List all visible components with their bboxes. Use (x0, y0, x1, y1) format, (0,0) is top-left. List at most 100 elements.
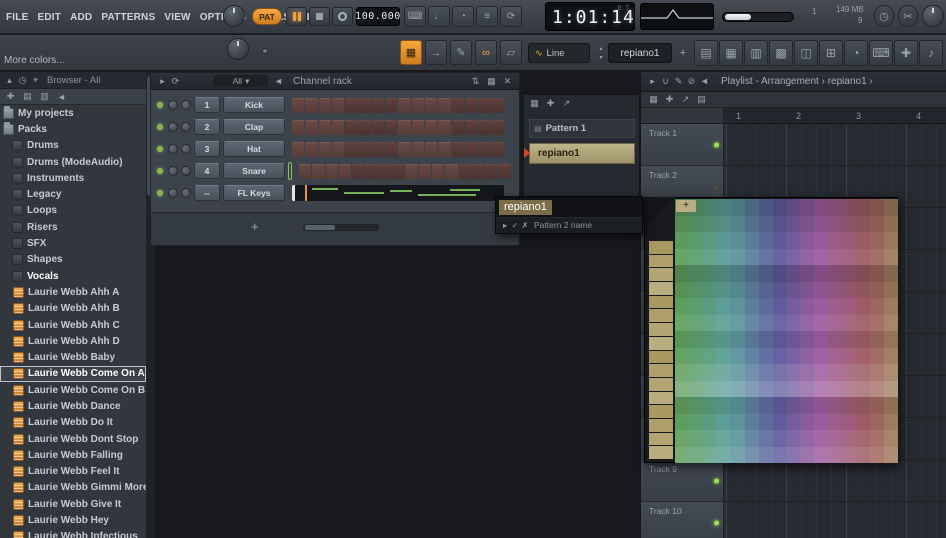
browser-item-loops[interactable]: Loops (0, 203, 146, 219)
browser-item-laurie-webb-falling[interactable]: Laurie Webb Falling (0, 447, 146, 463)
color-cell[interactable] (884, 446, 898, 463)
step-cell[interactable] (411, 141, 424, 157)
color-cell[interactable] (884, 331, 898, 348)
color-cell[interactable] (675, 430, 689, 447)
channel-button-clap[interactable]: Clap (223, 119, 285, 135)
pl-speaker-icon[interactable]: ◄ (698, 75, 711, 88)
color-cell[interactable] (702, 397, 717, 414)
typing-keyboard-icon[interactable]: ⌨ (404, 6, 426, 27)
color-cell[interactable] (786, 380, 801, 397)
color-cell[interactable] (884, 380, 898, 397)
color-cell[interactable] (814, 430, 829, 447)
track-header-track-9[interactable]: Track 9 (641, 460, 724, 502)
color-cell[interactable] (786, 199, 801, 216)
plugin-picker-icon[interactable]: ⊞ (819, 40, 843, 66)
step-cell[interactable] (464, 141, 478, 157)
color-cell[interactable] (800, 248, 815, 265)
color-cell[interactable] (675, 331, 689, 348)
color-cell[interactable] (730, 314, 745, 331)
menu-edit[interactable]: EDIT (37, 12, 61, 23)
color-cell[interactable] (786, 364, 801, 381)
step-cell[interactable] (358, 141, 371, 157)
step-cell[interactable] (424, 141, 438, 157)
rack-updown-icon[interactable]: ⇅ (469, 75, 482, 88)
channel-pan-knob[interactable] (168, 122, 178, 132)
step-cell[interactable] (464, 97, 478, 113)
step-cell[interactable] (478, 141, 491, 157)
color-cell[interactable] (730, 331, 745, 348)
color-cell[interactable] (702, 331, 717, 348)
master-volume-slider[interactable] (722, 12, 794, 22)
color-cell[interactable] (702, 430, 717, 447)
add-pattern-button[interactable]: + (676, 45, 690, 61)
color-cell[interactable] (758, 199, 773, 216)
color-cell[interactable] (772, 298, 787, 315)
color-cell[interactable] (702, 215, 717, 232)
color-cell[interactable] (744, 281, 759, 298)
color-cell[interactable] (814, 265, 829, 282)
step-cell[interactable] (411, 119, 424, 135)
color-cell[interactable] (814, 446, 829, 463)
channel-led[interactable] (157, 146, 163, 152)
color-cell[interactable] (716, 364, 731, 381)
step-cell[interactable] (438, 141, 451, 157)
color-cell[interactable] (856, 215, 871, 232)
step-cell[interactable] (378, 163, 392, 179)
color-cell[interactable] (688, 281, 703, 298)
color-cell[interactable] (786, 248, 801, 265)
step-cell[interactable] (292, 119, 305, 135)
preset-color[interactable] (649, 350, 673, 364)
step-cell[interactable] (398, 119, 411, 135)
color-cell[interactable] (800, 380, 815, 397)
track-led[interactable] (714, 142, 719, 147)
color-cell[interactable] (730, 199, 745, 216)
count-in-icon[interactable]: ◔ (452, 6, 474, 27)
color-cell[interactable] (786, 281, 801, 298)
scissors-icon[interactable]: ✂ (898, 5, 918, 27)
step-cell[interactable] (385, 97, 398, 113)
color-cell[interactable] (772, 232, 787, 249)
color-cell[interactable] (688, 446, 703, 463)
color-cell[interactable] (702, 232, 717, 249)
channel-volume-knob[interactable] (181, 166, 191, 176)
shuffle-knob[interactable] (223, 5, 245, 27)
step-cell[interactable] (385, 141, 398, 157)
color-cell[interactable] (744, 248, 759, 265)
loop-record-icon[interactable]: ⟳ (500, 6, 522, 27)
color-cell[interactable] (856, 314, 871, 331)
color-cell[interactable] (884, 347, 898, 364)
add-content-icon[interactable]: ✚ (4, 91, 17, 103)
menu-add[interactable]: ADD (70, 12, 92, 23)
color-cell[interactable] (772, 265, 787, 282)
step-cell[interactable] (365, 163, 378, 179)
color-cell[interactable] (814, 413, 829, 430)
color-cell[interactable] (758, 446, 773, 463)
color-cell[interactable] (758, 364, 773, 381)
color-cell[interactable] (730, 232, 745, 249)
color-cell[interactable] (786, 347, 801, 364)
color-cell[interactable] (856, 380, 871, 397)
step-cell[interactable] (371, 141, 385, 157)
color-cell[interactable] (772, 380, 787, 397)
cancel-icon[interactable]: ✗ (520, 220, 530, 230)
channel-volume-knob[interactable] (181, 144, 191, 154)
pattern-selector[interactable]: repiano1 (608, 43, 672, 63)
step-cell[interactable] (358, 97, 371, 113)
color-cell[interactable] (870, 347, 885, 364)
pattern-item-pattern-1[interactable]: ▤ Pattern 1 (529, 119, 635, 138)
color-cell[interactable] (716, 331, 731, 348)
color-cell[interactable] (758, 248, 773, 265)
piano-roll-preview[interactable] (292, 185, 504, 201)
color-cell[interactable] (842, 347, 857, 364)
color-cell[interactable] (688, 347, 703, 364)
color-cell[interactable] (800, 364, 815, 381)
pl-add-icon[interactable]: ✚ (663, 93, 676, 106)
color-cell[interactable] (856, 347, 871, 364)
color-cell[interactable] (730, 265, 745, 282)
color-cell[interactable] (786, 331, 801, 348)
channel-volume-knob[interactable] (181, 188, 191, 198)
toggle-piano-roll-icon[interactable]: ▦ (719, 40, 743, 66)
color-cell[interactable] (758, 331, 773, 348)
step-cell[interactable] (345, 97, 358, 113)
step-cell[interactable] (392, 163, 405, 179)
